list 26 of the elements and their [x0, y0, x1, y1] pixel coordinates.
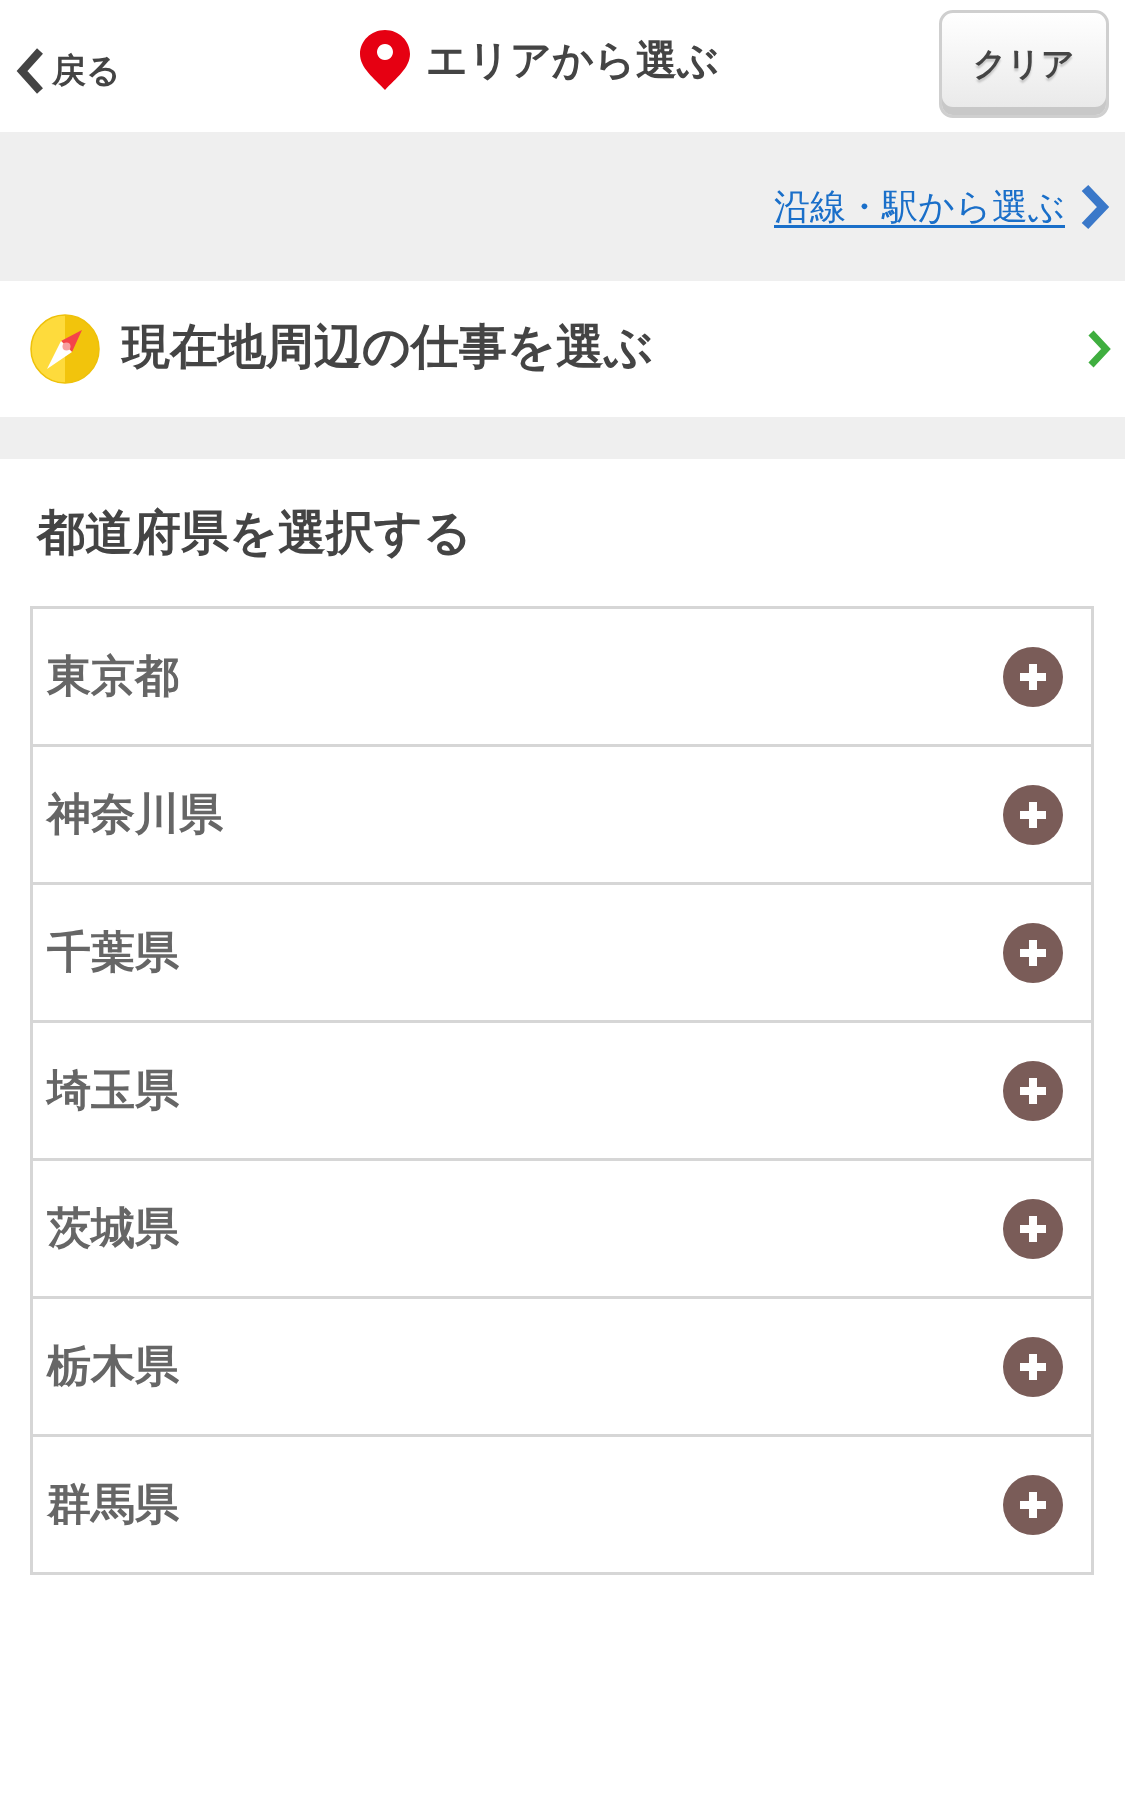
- page-title: エリアから選ぶ: [426, 34, 719, 86]
- chevron-right-icon: [1087, 330, 1111, 368]
- plus-icon: [1003, 1474, 1063, 1535]
- prefecture-name: 群馬県: [47, 1477, 179, 1531]
- compass-icon: [30, 314, 100, 384]
- chevron-right-icon: [1079, 183, 1111, 230]
- back-label: 戻る: [52, 49, 121, 92]
- prefecture-name: 栃木県: [47, 1339, 179, 1393]
- back-button[interactable]: 戻る: [0, 37, 121, 95]
- prefecture-name: 千葉県: [47, 925, 179, 979]
- plus-icon: [1003, 646, 1063, 707]
- prefecture-name: 神奈川県: [47, 787, 223, 841]
- section-heading: 都道府県を選択する: [37, 504, 472, 561]
- location-pin-icon: [360, 30, 410, 90]
- plus-icon: [1003, 1060, 1063, 1121]
- nearby-jobs-label: 現在地周辺の仕事を選ぶ: [122, 318, 653, 376]
- plus-icon: [1003, 1336, 1063, 1397]
- plus-icon: [1003, 922, 1063, 983]
- chevron-left-icon: [14, 47, 46, 95]
- plus-icon: [1003, 1198, 1063, 1259]
- clear-button[interactable]: クリア: [939, 10, 1109, 118]
- prefecture-name: 東京都: [47, 649, 179, 703]
- plus-icon: [1003, 784, 1063, 845]
- prefecture-name: 茨城県: [47, 1201, 179, 1255]
- station-line-link[interactable]: 沿線・駅から選ぶ: [774, 183, 1065, 232]
- prefecture-name: 埼玉県: [47, 1063, 179, 1117]
